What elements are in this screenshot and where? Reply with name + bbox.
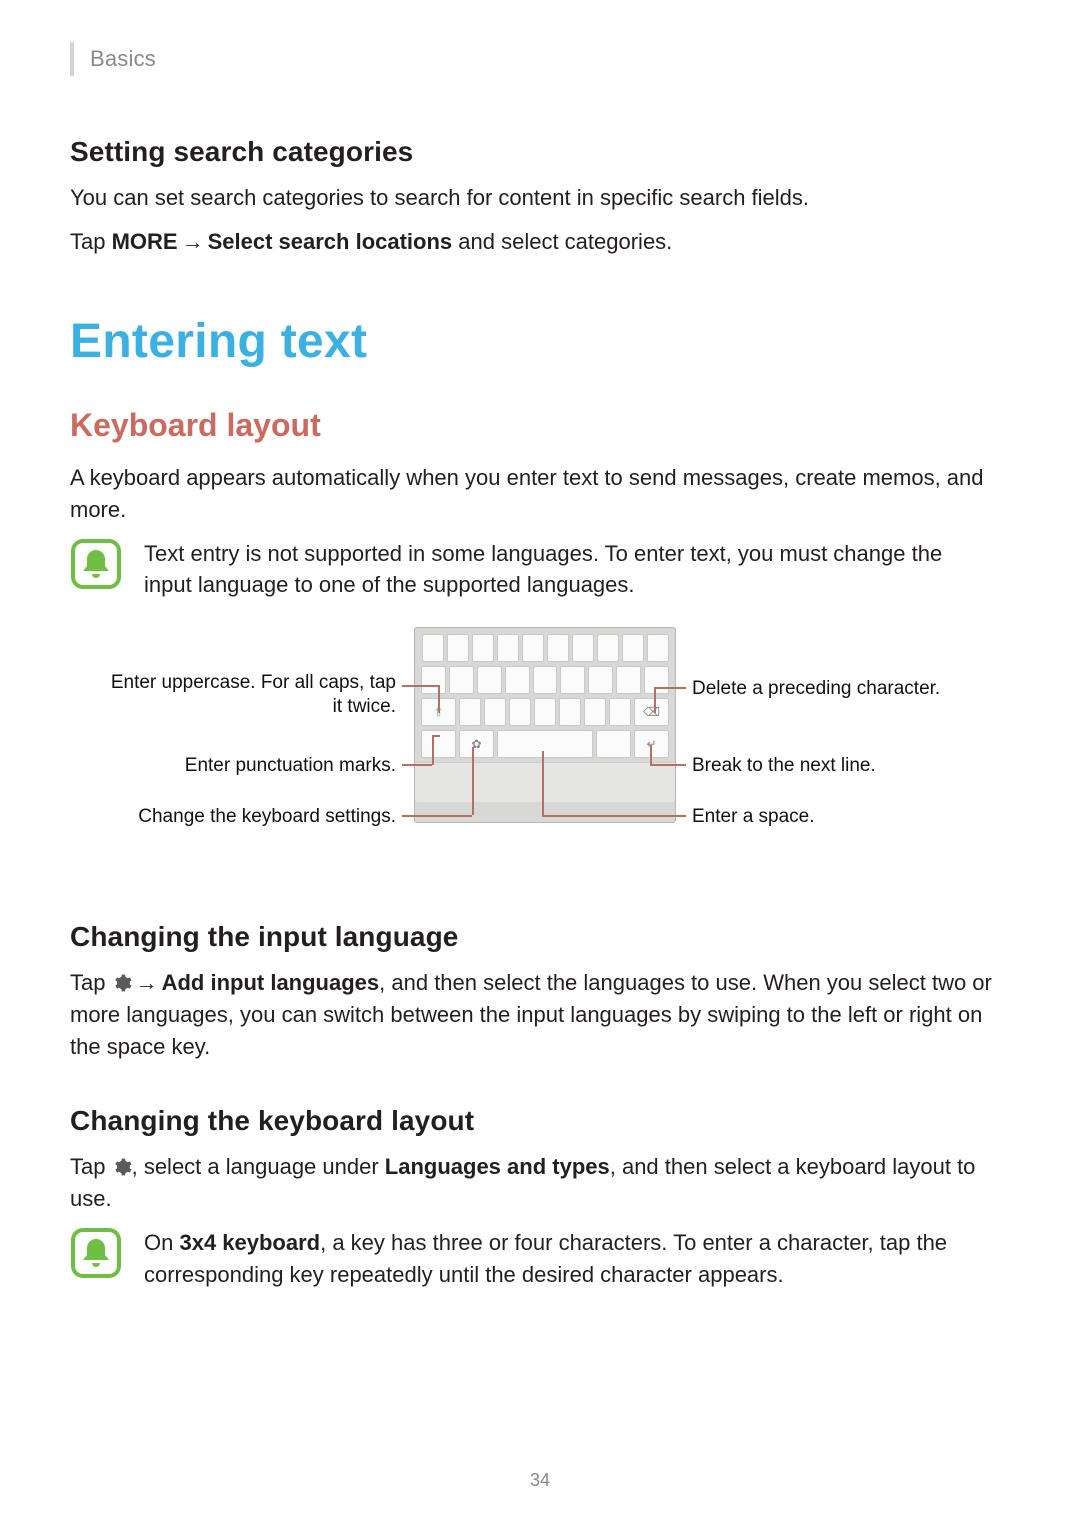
label-add-input-languages: Add input languages — [162, 970, 380, 995]
note-block: On 3x4 keyboard, a key has three or four… — [70, 1227, 1010, 1291]
label-3x4-keyboard: 3x4 keyboard — [179, 1230, 320, 1255]
backspace-key-icon: ⌫ — [634, 698, 669, 726]
gear-icon — [112, 1154, 132, 1179]
settings-key-icon: ✿ — [459, 730, 494, 758]
header-rule — [70, 42, 74, 76]
callout-settings: Change the keyboard settings. — [110, 805, 396, 829]
heading-changing-input-language: Changing the input language — [70, 921, 1010, 953]
callout-shift: Enter uppercase. For all caps, tap it tw… — [110, 671, 396, 719]
text: Tap — [70, 1154, 112, 1179]
arrow-icon: → — [178, 226, 208, 258]
callout-space: Enter a space. — [692, 805, 815, 829]
callout-line: Enter uppercase. For all caps, tap — [110, 671, 396, 695]
text: Tap — [70, 970, 112, 995]
label-select-search-locations: Select search locations — [208, 229, 453, 254]
arrow-icon: → — [132, 967, 162, 999]
heading-changing-keyboard-layout: Changing the keyboard layout — [70, 1105, 1010, 1137]
text: and select categories. — [452, 229, 672, 254]
note-text: Text entry is not supported in some lang… — [144, 538, 964, 602]
callout-line: it twice. — [110, 695, 396, 719]
callout-punctuation: Enter punctuation marks. — [110, 754, 396, 778]
text: , select a language under — [132, 1154, 385, 1179]
body-text: A keyboard appears automatically when yo… — [70, 462, 1010, 526]
heading-keyboard-layout: Keyboard layout — [70, 407, 1010, 444]
body-text: Tap MORE → Select search locations and s… — [70, 226, 1010, 258]
text: Tap — [70, 229, 112, 254]
body-text: You can set search categories to search … — [70, 182, 1010, 214]
heading-setting-search-categories: Setting search categories — [70, 136, 1010, 168]
callout-delete: Delete a preceding character. — [692, 677, 940, 701]
page-number: 34 — [0, 1470, 1080, 1491]
body-text: Tap → Add input languages, and then sele… — [70, 967, 1010, 1063]
breadcrumb: Basics — [90, 46, 156, 72]
gear-icon — [112, 970, 132, 995]
page-header: Basics — [70, 42, 1010, 76]
note-bell-icon — [70, 1227, 122, 1284]
note-block: Text entry is not supported in some lang… — [70, 538, 1010, 602]
keyboard-image: ⇧ ⌫ ✿ ↵ — [414, 627, 676, 823]
callout-newline: Break to the next line. — [692, 754, 876, 778]
note-bell-icon — [70, 538, 122, 595]
body-text: Tap , select a language under Languages … — [70, 1151, 1010, 1215]
text: On — [144, 1230, 179, 1255]
label-languages-and-types: Languages and types — [385, 1154, 610, 1179]
note-text: On 3x4 keyboard, a key has three or four… — [144, 1227, 964, 1291]
space-key-icon — [497, 730, 593, 758]
keyboard-diagram: ⇧ ⌫ ✿ ↵ Enter uppercase. For all caps, t… — [110, 627, 970, 877]
label-more: MORE — [112, 229, 178, 254]
heading-entering-text: Entering text — [70, 314, 1010, 369]
period-key-icon — [596, 730, 631, 758]
